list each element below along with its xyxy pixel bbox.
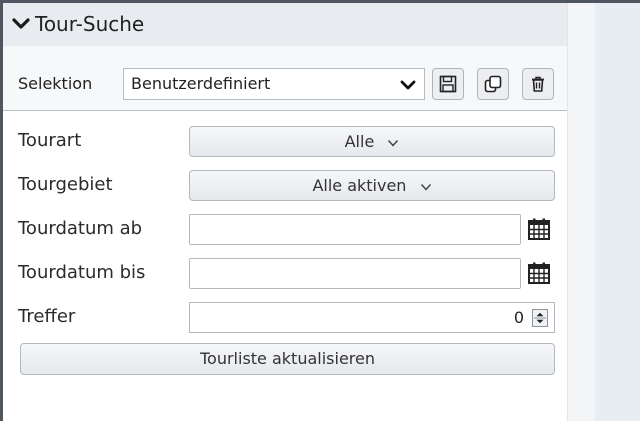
panel-header[interactable]: Tour-Suche: [3, 3, 567, 46]
calendar-icon[interactable]: [527, 217, 551, 241]
calendar-icon[interactable]: [527, 261, 551, 285]
chevron-down-icon: [400, 80, 416, 90]
save-icon: [439, 75, 457, 93]
trash-icon: [532, 76, 544, 92]
treffer-label: Treffer: [18, 306, 76, 327]
treffer-input[interactable]: 0: [189, 302, 555, 333]
chevron-down-icon: [420, 183, 431, 191]
panel-gutter: [567, 3, 595, 421]
tourgebiet-dropdown[interactable]: Alle aktiven: [189, 170, 555, 201]
treffer-value: 0: [513, 308, 524, 327]
tourart-value: Alle: [344, 132, 375, 151]
copy-selection-button[interactable]: [477, 68, 509, 100]
tourgebiet-label: Tourgebiet: [18, 174, 113, 195]
tourart-dropdown[interactable]: Alle: [189, 126, 555, 157]
tour-search-panel: Tour-Suche Selektion Benutzerdefiniert T…: [3, 3, 567, 421]
copy-icon: [484, 75, 502, 93]
date-from-input[interactable]: [189, 214, 521, 245]
panel-title: Tour-Suche: [35, 12, 145, 36]
date-to-input[interactable]: [189, 258, 521, 289]
chevron-down-icon: [388, 139, 399, 147]
tourart-label: Tourart: [18, 130, 82, 151]
selection-label: Selektion: [18, 74, 93, 93]
selection-select[interactable]: Benutzerdefiniert: [123, 68, 425, 100]
spinner-arrows-icon[interactable]: [532, 309, 548, 327]
date-to-label: Tourdatum bis: [18, 262, 146, 283]
selection-row: Selektion Benutzerdefiniert: [3, 46, 567, 111]
main-content-area: [595, 3, 640, 421]
selection-value: Benutzerdefiniert: [131, 74, 271, 93]
tourgebiet-value: Alle aktiven: [312, 176, 407, 195]
chevron-down-icon[interactable]: [12, 15, 30, 33]
date-from-label: Tourdatum ab: [18, 218, 143, 239]
delete-selection-button[interactable]: [522, 68, 554, 100]
save-selection-button[interactable]: [432, 68, 464, 100]
refresh-tour-list-button[interactable]: Tourliste aktualisieren: [20, 343, 555, 375]
